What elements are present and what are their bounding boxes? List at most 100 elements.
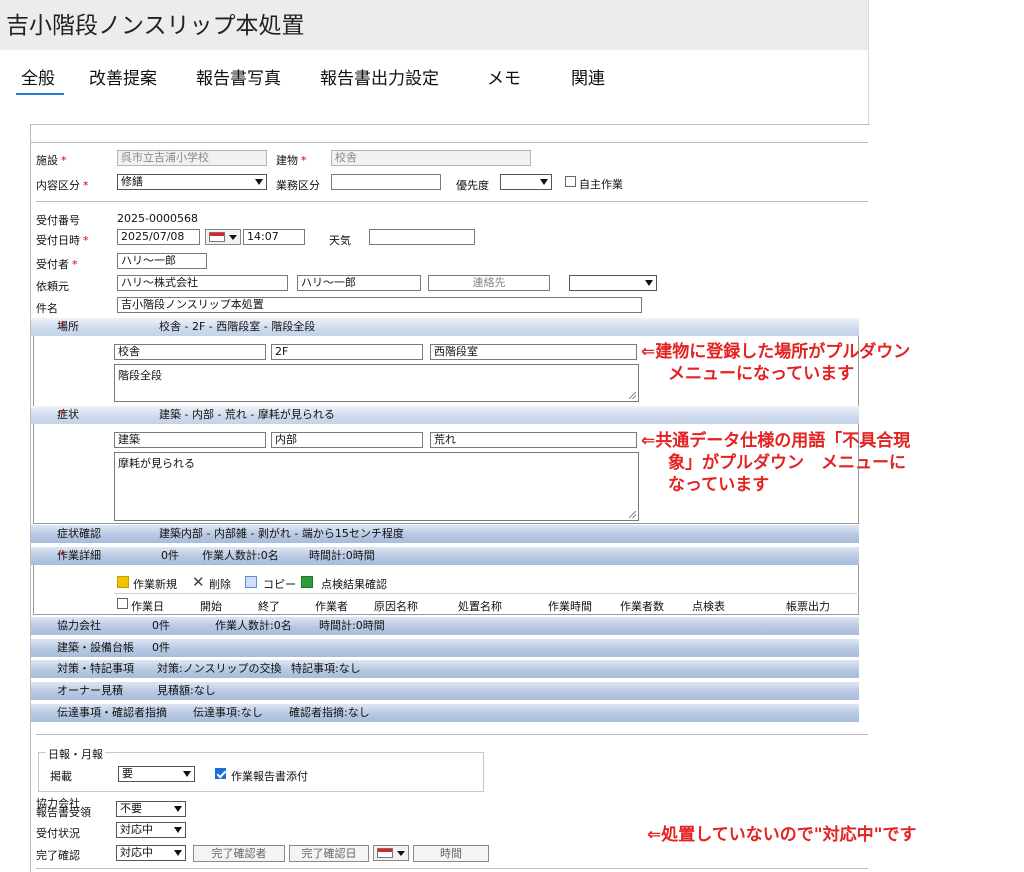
location-floor-field[interactable]: 2F xyxy=(271,344,423,360)
attach-report-label: 作業報告書添付 xyxy=(231,770,308,783)
column-header[interactable]: 作業者 xyxy=(315,598,348,614)
receiver-label: 受付者 * xyxy=(36,258,78,271)
window-title: 吉小階段ノンスリップ本処置 xyxy=(6,13,305,39)
column-header[interactable]: 点検表 xyxy=(692,598,725,614)
delete-icon[interactable]: ✕ xyxy=(192,573,205,591)
completion-time-field[interactable]: 時間 xyxy=(413,845,489,862)
subject-field[interactable]: 吉小階段ノンスリップ本処置 xyxy=(117,297,642,313)
chevron-down-icon xyxy=(174,806,182,812)
receiver-field[interactable]: ハリ～一郎 xyxy=(117,253,207,269)
business-type-label: 業務区分 xyxy=(276,179,320,192)
partner-report-label: 協力会社 報告書受領 xyxy=(36,797,91,819)
completion-confirmer-field[interactable]: 完了確認者 xyxy=(193,845,285,862)
work-detail-band[interactable]: 作業詳細 * 0件 作業人数計:0名 時間計:0時間 xyxy=(31,547,859,565)
title-bar: 吉小階段ノンスリップ本処置 xyxy=(0,0,868,50)
resize-grip-icon[interactable] xyxy=(629,392,636,399)
subject-label: 件名 xyxy=(36,302,58,315)
column-header[interactable]: 作業日 xyxy=(131,598,164,614)
owner-estimate-band[interactable]: オーナー見積 見積額:なし xyxy=(31,682,859,700)
symptom-detail-textarea[interactable]: 摩耗が見られる xyxy=(114,452,639,521)
location-detail-textarea[interactable]: 階段全段 xyxy=(114,364,639,402)
column-header[interactable]: 終了 xyxy=(258,598,280,614)
spreadsheet-icon[interactable] xyxy=(301,576,313,588)
requester-person-field[interactable]: ハリ～一郎 xyxy=(297,275,421,291)
column-header[interactable]: 帳票出力 xyxy=(786,598,830,614)
message-label: 伝達事項・確認者指摘 xyxy=(57,706,167,719)
column-header[interactable]: 原因名称 xyxy=(374,598,418,614)
measures-band[interactable]: 対策・特記事項 対策:ノンスリップの交換 特記事項:なし xyxy=(31,660,859,678)
message-band[interactable]: 伝達事項・確認者指摘 伝達事項:なし 確認者指摘:なし xyxy=(31,704,859,722)
tab-report-photos[interactable]: 報告書写真 xyxy=(196,64,281,89)
chevron-down-icon xyxy=(183,771,191,777)
priority-select[interactable] xyxy=(500,174,552,190)
attach-report-checkbox[interactable] xyxy=(215,768,226,779)
requester-select[interactable] xyxy=(569,275,657,291)
location-room-field[interactable]: 西階段室 xyxy=(430,344,637,360)
chevron-down-icon xyxy=(255,179,263,185)
column-header[interactable]: 開始 xyxy=(200,598,222,614)
location-building-field[interactable]: 校舎 xyxy=(114,344,266,360)
work-new-button[interactable]: 作業新規 xyxy=(133,576,177,592)
receipt-status-select[interactable]: 対応中 xyxy=(116,822,186,838)
inspection-result-button[interactable]: 点検結果確認 xyxy=(321,576,387,592)
copy-icon[interactable] xyxy=(245,576,257,588)
column-header[interactable]: 処置名称 xyxy=(458,598,502,614)
completion-check-label: 完了確認 xyxy=(36,849,80,862)
select-all-checkbox[interactable] xyxy=(117,598,128,609)
ledger-band[interactable]: 建築・設備台帳 0件 xyxy=(31,639,859,657)
column-header[interactable]: 作業時間 xyxy=(548,598,592,614)
building-label: 建物 * xyxy=(276,154,307,167)
tab-report-output[interactable]: 報告書出力設定 xyxy=(320,64,439,89)
chevron-down-icon xyxy=(174,827,182,833)
partner-label: 協力会社 xyxy=(57,619,101,632)
completion-check-select[interactable]: 対応中 xyxy=(116,845,186,861)
calendar-icon xyxy=(209,232,225,242)
annotation-location: ⇐建物に登録した場所がプルダウン メニューになっています xyxy=(641,342,911,384)
resize-grip-icon[interactable] xyxy=(629,511,636,518)
chevron-down-icon xyxy=(540,179,548,185)
receipt-datetime-label: 受付日時 * xyxy=(36,234,89,247)
partner-report-select[interactable]: 不要 xyxy=(116,801,186,817)
publish-select[interactable]: 要 xyxy=(118,766,195,782)
measures-label: 対策・特記事項 xyxy=(57,662,134,675)
weather-field[interactable] xyxy=(369,229,475,245)
requester-company-field[interactable]: ハリ～株式会社 xyxy=(117,275,288,291)
annotation-symptom: ⇐共通データ仕様の用語「不具合現 象」がプルダウン メニューに なっています xyxy=(641,431,911,495)
receipt-time-field[interactable]: 14:07 xyxy=(243,229,305,245)
calendar-picker[interactable] xyxy=(205,229,241,245)
owner-estimate-label: オーナー見積 xyxy=(57,684,123,697)
business-type-field[interactable] xyxy=(331,174,441,190)
divider xyxy=(36,201,868,202)
completion-calendar-picker[interactable] xyxy=(373,845,409,861)
tab-memo[interactable]: メモ xyxy=(487,64,521,89)
location-band[interactable]: 場所 * 校舎 - 2F - 西階段室 - 階段全段 xyxy=(31,318,859,336)
tab-general[interactable]: 全般 xyxy=(21,64,55,89)
content-type-select[interactable]: 修繕 xyxy=(117,174,267,190)
receipt-number-label: 受付番号 xyxy=(36,214,80,227)
completion-date-field[interactable]: 完了確認日 xyxy=(289,845,369,862)
facility-field[interactable]: 呉市立吉浦小学校 xyxy=(117,150,267,166)
content-type-label: 内容区分 * xyxy=(36,179,89,192)
divider xyxy=(31,142,868,143)
contact-field[interactable]: 連絡先 xyxy=(428,275,550,291)
divider xyxy=(114,593,859,594)
tab-improvement[interactable]: 改善提案 xyxy=(89,64,157,89)
symptom-band[interactable]: 症状 * 建築 - 内部 - 荒れ - 摩耗が見られる xyxy=(31,406,859,424)
symptom-confirm-band[interactable]: 症状確認 建築内部 - 内部雑 - 剥がれ - 端から15センチ程度 xyxy=(31,525,859,543)
tab-related[interactable]: 関連 xyxy=(571,64,605,89)
work-delete-button[interactable]: 削除 xyxy=(209,576,231,592)
column-header[interactable]: 作業者数 xyxy=(620,598,664,614)
receipt-status-label: 受付状況 xyxy=(36,827,80,840)
chevron-down-icon xyxy=(645,280,653,286)
partner-band[interactable]: 協力会社 0件 作業人数計:0名 時間計:0時間 xyxy=(31,617,859,635)
symptom-area-field[interactable]: 内部 xyxy=(271,432,423,448)
new-document-icon[interactable] xyxy=(117,576,129,588)
self-work-label: 自主作業 xyxy=(579,178,623,191)
active-tab-indicator xyxy=(16,93,64,95)
building-field[interactable]: 校舎 xyxy=(331,150,531,166)
symptom-category-field[interactable]: 建築 xyxy=(114,432,266,448)
symptom-type-field[interactable]: 荒れ xyxy=(430,432,637,448)
receipt-date-field[interactable]: 2025/07/08 xyxy=(117,229,200,245)
self-work-checkbox[interactable] xyxy=(565,176,576,187)
work-copy-button[interactable]: コピー xyxy=(263,576,296,592)
